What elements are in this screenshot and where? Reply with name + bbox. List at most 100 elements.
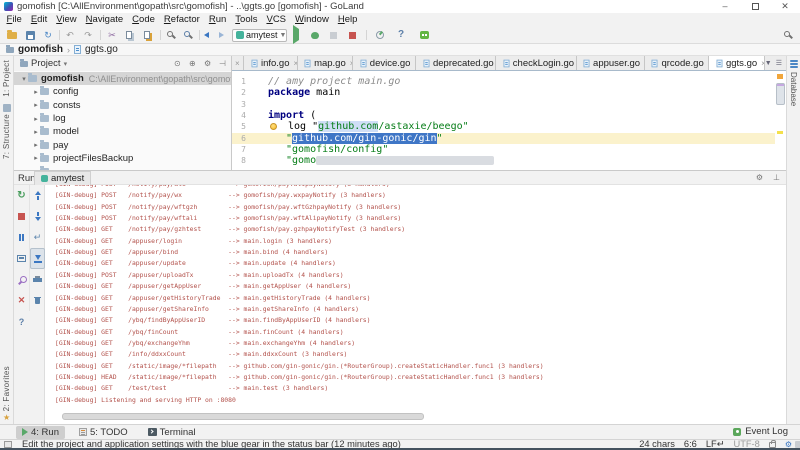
menu-edit[interactable]: Edit bbox=[26, 14, 51, 25]
tree-row-consts[interactable]: ▸ consts bbox=[14, 99, 232, 112]
undo-icon[interactable]: ↶ bbox=[64, 29, 76, 41]
pause-button[interactable] bbox=[14, 227, 29, 248]
debug-icon[interactable] bbox=[309, 29, 321, 41]
chevron-collapsed-icon[interactable]: ▸ bbox=[32, 141, 40, 149]
project-panel-title[interactable]: Project bbox=[31, 58, 61, 69]
clear-all-button[interactable] bbox=[30, 290, 45, 311]
sync-icon[interactable]: ↻ bbox=[42, 29, 54, 41]
back-icon[interactable] bbox=[204, 29, 216, 41]
editor[interactable]: 1// amy project main.go 2package main 3 … bbox=[232, 71, 786, 170]
up-stack-button[interactable] bbox=[30, 185, 45, 206]
status-extra-icon[interactable] bbox=[795, 441, 800, 448]
stop-button[interactable] bbox=[14, 206, 29, 227]
menu-refactor[interactable]: Refactor bbox=[159, 14, 204, 25]
tree-row-config[interactable]: ▸ config bbox=[14, 85, 232, 98]
help-icon[interactable]: ? bbox=[398, 29, 410, 41]
toolwindow-run[interactable]: 4: Run bbox=[16, 426, 65, 439]
tool-button-database[interactable]: Database bbox=[789, 72, 798, 106]
scroll-to-end-button[interactable] bbox=[30, 248, 45, 269]
messages-icon[interactable] bbox=[418, 29, 430, 41]
menu-run[interactable]: Run bbox=[204, 14, 230, 25]
tab-map.go[interactable]: map.go× bbox=[298, 56, 354, 70]
save-icon[interactable] bbox=[24, 29, 36, 41]
chevron-collapsed-icon[interactable]: ▸ bbox=[32, 154, 40, 162]
tab-checkLogin.go[interactable]: checkLogin.go× bbox=[496, 56, 576, 70]
redo-icon[interactable]: ↷ bbox=[82, 29, 94, 41]
chevron-collapsed-icon[interactable]: ▸ bbox=[32, 88, 40, 96]
menu-vcs[interactable]: VCS bbox=[262, 14, 291, 25]
intention-bulb-icon[interactable] bbox=[270, 123, 277, 130]
tree-row-log[interactable]: ▸ log bbox=[14, 112, 232, 125]
tab-appuser.go[interactable]: appuser.go× bbox=[577, 56, 645, 70]
gear-icon[interactable]: ⚙ bbox=[204, 59, 213, 68]
search-icon[interactable] bbox=[782, 29, 794, 41]
chevron-collapsed-icon[interactable]: ▸ bbox=[32, 101, 40, 109]
tab-device.go[interactable]: device.go× bbox=[353, 56, 416, 70]
tool-button-project[interactable]: 1: Project bbox=[2, 60, 11, 97]
soft-wrap-button[interactable]: ↵ bbox=[30, 227, 45, 248]
locate-icon[interactable]: ⊕ bbox=[189, 59, 198, 68]
tab-list-icon[interactable]: ☰ bbox=[776, 59, 782, 67]
menu-tools[interactable]: Tools bbox=[231, 14, 262, 25]
pin-button[interactable] bbox=[14, 269, 29, 290]
chevron-collapsed-icon[interactable]: ▸ bbox=[32, 128, 40, 136]
print-button[interactable] bbox=[30, 269, 45, 290]
open-icon[interactable] bbox=[6, 29, 18, 41]
tree-row-projectFilesBackup[interactable]: ▸ projectFilesBackup bbox=[14, 152, 232, 165]
editor-scrollbar-thumb[interactable] bbox=[776, 83, 785, 105]
run-icon[interactable] bbox=[291, 29, 303, 41]
find-icon[interactable] bbox=[165, 29, 177, 41]
forward-icon[interactable] bbox=[219, 29, 231, 41]
console-hscrollbar-thumb[interactable] bbox=[62, 413, 424, 420]
tab-partial[interactable]: × bbox=[232, 56, 244, 70]
down-stack-button[interactable] bbox=[30, 206, 45, 227]
run-console[interactable]: [GIN-debug] POST /notify/pay/ali --> gom… bbox=[45, 185, 786, 425]
menu-window[interactable]: Window bbox=[291, 14, 334, 25]
breadcrumb-project[interactable]: gomofish bbox=[18, 44, 63, 55]
chevron-collapsed-icon[interactable]: ▸ bbox=[32, 115, 40, 123]
run-config-selector[interactable]: amytest ▼ bbox=[232, 29, 287, 42]
close-button[interactable]: ✕ bbox=[14, 290, 29, 311]
copy-icon[interactable] bbox=[124, 29, 136, 41]
tab-ggts.go[interactable]: ggts.go× bbox=[709, 56, 764, 70]
menu-file[interactable]: File bbox=[2, 14, 26, 25]
chevron-down-icon[interactable]: ▾ bbox=[64, 60, 68, 68]
toolwindow-switcher-icon[interactable] bbox=[4, 441, 12, 448]
stripe-mark-warning[interactable] bbox=[777, 74, 783, 79]
tab-deprecated.go[interactable]: deprecated.go× bbox=[416, 56, 496, 70]
toolwindow-terminal[interactable]: Terminal bbox=[142, 426, 202, 439]
tool-button-favorites[interactable]: 2: Favorites bbox=[2, 366, 11, 411]
tree-row-root[interactable]: ▾ gomofish C:\AllEnvironment\gopath\src\… bbox=[14, 72, 232, 85]
paste-icon[interactable] bbox=[142, 29, 154, 41]
tree-row-pay[interactable]: ▸ pay bbox=[14, 138, 232, 151]
menu-view[interactable]: View bbox=[52, 14, 81, 25]
toolwindow-todo[interactable]: 5: TODO bbox=[73, 426, 134, 439]
tab-qrcode.go[interactable]: qrcode.go× bbox=[645, 56, 710, 70]
coverage-icon[interactable] bbox=[328, 29, 340, 41]
tab-info.go[interactable]: info.go× bbox=[244, 56, 297, 70]
rerun-button[interactable]: ↻ bbox=[14, 185, 29, 206]
close-icon[interactable]: × bbox=[235, 59, 240, 68]
run-tab-amytest[interactable]: amytest bbox=[34, 171, 91, 185]
hide-panel-icon[interactable]: ⊥ bbox=[773, 173, 780, 182]
menu-navigate[interactable]: Navigate bbox=[81, 14, 128, 25]
hide-panel-icon[interactable]: ⊣ bbox=[219, 59, 228, 68]
menu-code[interactable]: Code bbox=[128, 14, 160, 25]
tree-row-model[interactable]: ▸ model bbox=[14, 125, 232, 138]
error-stripe[interactable] bbox=[775, 71, 786, 170]
tab-dropdown-icon[interactable]: ▼ bbox=[765, 60, 772, 67]
maximize-button[interactable] bbox=[742, 0, 768, 13]
collapse-all-icon[interactable]: ⊙ bbox=[174, 59, 183, 68]
stripe-mark-caret[interactable] bbox=[777, 131, 783, 134]
menu-help[interactable]: Help bbox=[333, 14, 362, 25]
stop-icon[interactable] bbox=[347, 29, 359, 41]
help-button[interactable]: ? bbox=[14, 311, 29, 332]
profiler-icon[interactable] bbox=[374, 29, 386, 41]
minimize-button[interactable]: – bbox=[712, 0, 738, 13]
gear-icon[interactable]: ⚙ bbox=[756, 173, 763, 182]
search-everywhere-icon[interactable] bbox=[182, 29, 194, 41]
close-button[interactable]: ✕ bbox=[772, 0, 798, 13]
breadcrumb-file[interactable]: ggts.go bbox=[85, 44, 118, 55]
event-log-button[interactable]: Event Log bbox=[733, 426, 788, 437]
restore-layout-button[interactable] bbox=[14, 248, 29, 269]
